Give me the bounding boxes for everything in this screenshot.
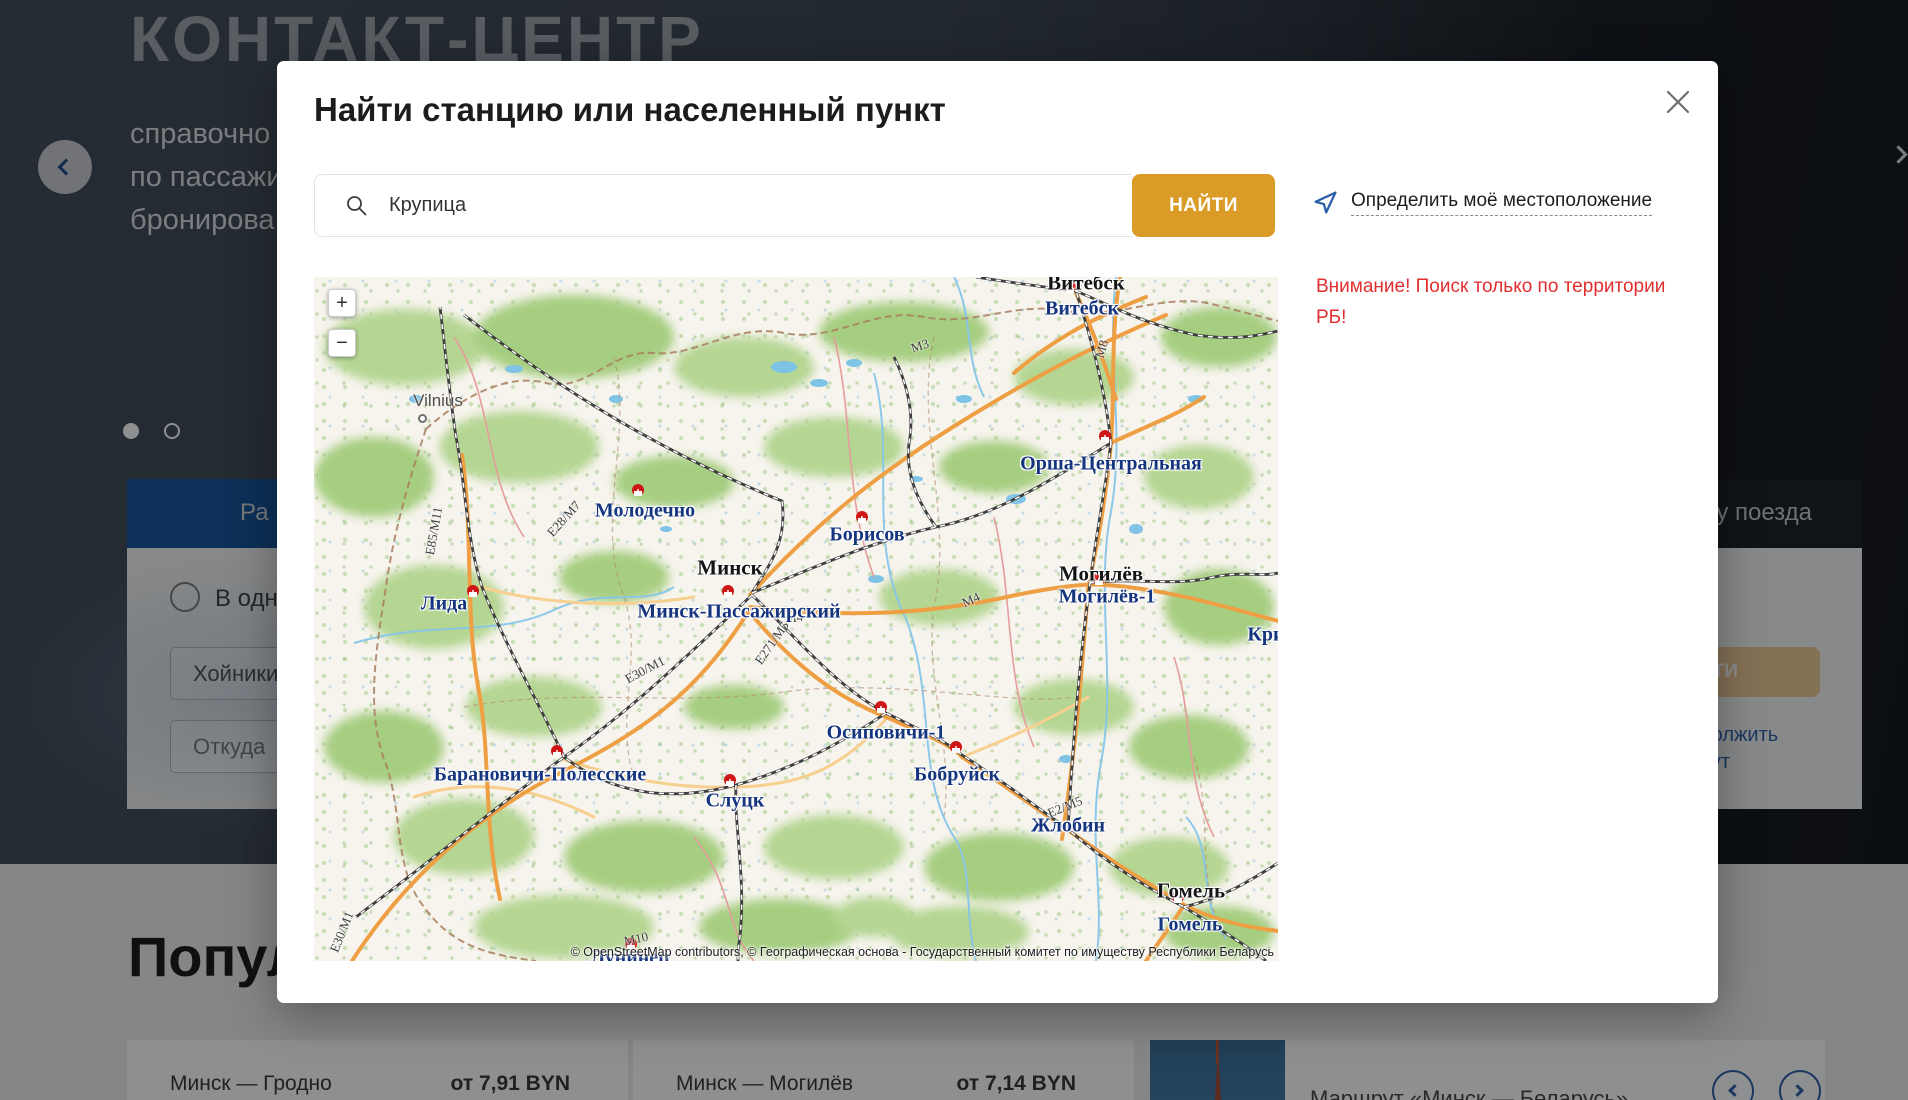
station-marker <box>1099 430 1111 442</box>
map-zoom-out-button[interactable]: − <box>328 329 356 357</box>
map-station-label: Жлобин <box>1031 815 1105 838</box>
map-station-label: Кри <box>1247 624 1278 647</box>
find-station-modal: Найти станцию или населенный пункт НАЙТИ… <box>277 61 1718 1003</box>
road-label: М8 <box>1092 338 1112 360</box>
close-icon <box>1663 87 1693 117</box>
map-city-label: Витебск <box>1047 277 1125 296</box>
station-marker <box>467 585 479 597</box>
station-marker <box>722 585 734 597</box>
station-marker <box>724 774 736 786</box>
page: КОНТАКТ-ЦЕНТР справочно по пассажи брони… <box>0 0 1908 1100</box>
find-button[interactable]: НАЙТИ <box>1132 174 1275 237</box>
territory-warning: Внимание! Поиск только по территории РБ! <box>1316 271 1665 333</box>
warning-line: Внимание! Поиск только по территории <box>1316 271 1665 302</box>
map-station-label: Лида <box>421 593 468 616</box>
map-city-label: Минск <box>697 556 762 581</box>
search-icon <box>345 194 369 218</box>
map-station-label: Бобруйск <box>914 764 1000 787</box>
road-label: E28/M7 <box>544 498 584 540</box>
navigation-arrow-icon <box>1312 189 1339 216</box>
road-label: E30/M1 <box>622 653 667 687</box>
close-button[interactable] <box>1661 86 1695 120</box>
station-marker <box>856 511 868 523</box>
map-attribution: © OpenStreetMap contributors, © Географи… <box>571 945 1274 959</box>
search-field-wrapper <box>314 174 1132 237</box>
map-city-label: Могилёв <box>1059 562 1143 587</box>
station-marker <box>950 741 962 753</box>
map-station-label: Могилёв-1 <box>1059 586 1156 609</box>
road-label: M4 <box>959 589 982 611</box>
warning-line: РБ! <box>1316 302 1665 333</box>
map-labels: M3М8E28/M7E85/M11E30/M1E271/М5M4M4Е2/М5М… <box>314 277 1278 961</box>
station-search-input[interactable] <box>387 175 1117 236</box>
detect-location-label: Определить моё местоположение <box>1351 190 1652 216</box>
map-zoom-in-button[interactable]: + <box>328 289 356 317</box>
map-station-label: Молодечно <box>595 500 695 523</box>
map-station-label: Гомель <box>1158 914 1223 937</box>
map-station-label: Орша-Центральная <box>1020 453 1202 476</box>
detect-location-link[interactable]: Определить моё местоположение <box>1312 189 1652 216</box>
map-station-label: Минск-Пассажирский <box>637 601 840 624</box>
town-dot <box>418 414 427 423</box>
map-city-label: Гомель <box>1157 879 1225 904</box>
belarus-map[interactable]: M3М8E28/M7E85/M11E30/M1E271/М5M4M4Е2/М5М… <box>314 277 1278 961</box>
station-marker <box>551 745 563 757</box>
map-station-label: Борисов <box>829 524 904 547</box>
station-search-bar: НАЙТИ <box>314 174 1275 237</box>
map-station-label: Витебск <box>1045 298 1119 321</box>
foreign-city-label: Vilnius <box>413 391 463 411</box>
station-marker <box>875 701 887 713</box>
modal-title: Найти станцию или населенный пункт <box>314 91 946 129</box>
map-station-label: Слуцк <box>706 790 765 813</box>
road-label: E85/M11 <box>422 506 446 557</box>
station-marker <box>632 484 644 496</box>
map-station-label: Осиповичи-1 <box>827 722 946 745</box>
road-label: M3 <box>909 336 931 357</box>
road-label: E30/M1 <box>327 909 358 955</box>
map-station-label: Барановичи-Полесские <box>434 764 646 787</box>
